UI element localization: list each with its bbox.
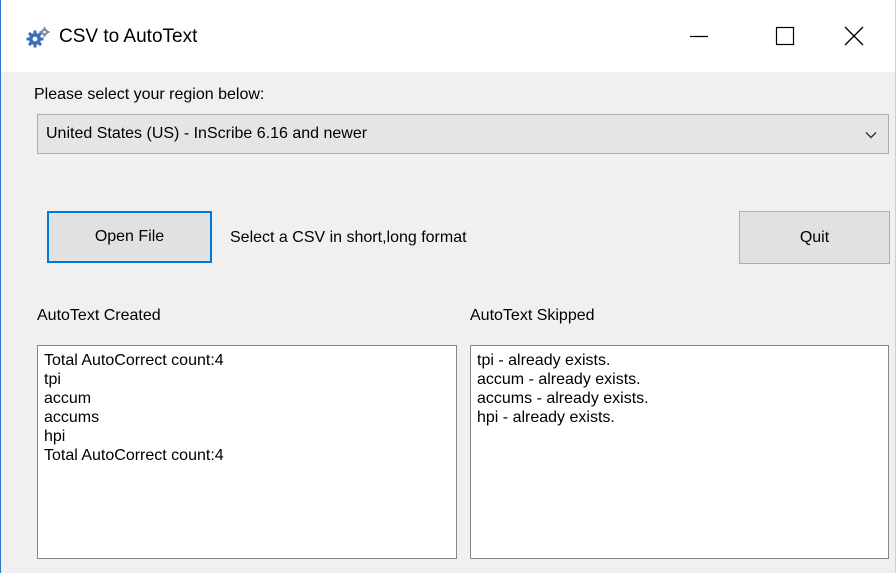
window-title: CSV to AutoText (59, 26, 198, 47)
created-heading: AutoText Created (37, 307, 161, 324)
list-item: accums (44, 409, 100, 426)
quit-button[interactable]: Quit (739, 211, 890, 264)
gears-icon (25, 26, 51, 48)
app-window: CSV to AutoText Please select your regio… (0, 0, 896, 573)
skipped-listbox[interactable]: tpi - already exists. accum - already ex… (470, 345, 889, 559)
created-listbox[interactable]: Total AutoCorrect count:4 tpi accum accu… (37, 345, 457, 559)
maximize-icon (775, 26, 795, 46)
skipped-heading: AutoText Skipped (470, 307, 595, 324)
list-item: accum (44, 390, 92, 407)
list-item: Total AutoCorrect count:4 (44, 447, 224, 464)
instruction-text: Select a CSV in short,long format (230, 229, 467, 246)
chevron-down-icon[interactable] (864, 128, 878, 147)
close-icon (844, 26, 864, 46)
region-label: Please select your region below: (34, 86, 265, 103)
list-item: tpi - already exists. (477, 352, 611, 369)
list-item: Total AutoCorrect count:4 (44, 352, 224, 369)
region-select[interactable]: United States (US) - InScribe 6.16 and n… (37, 114, 889, 154)
minimize-button[interactable] (656, 0, 742, 72)
list-item: tpi (44, 371, 61, 388)
minimize-icon (689, 26, 709, 46)
list-item: accum - already exists. (477, 371, 641, 388)
close-button[interactable] (811, 0, 896, 72)
list-item: accums - already exists. (477, 390, 649, 407)
list-item: hpi (44, 428, 66, 445)
open-file-button[interactable]: Open File (47, 211, 212, 263)
region-selected-value: United States (US) - InScribe 6.16 and n… (46, 125, 368, 142)
list-item: hpi - already exists. (477, 409, 615, 426)
title-bar[interactable]: CSV to AutoText (1, 0, 895, 72)
